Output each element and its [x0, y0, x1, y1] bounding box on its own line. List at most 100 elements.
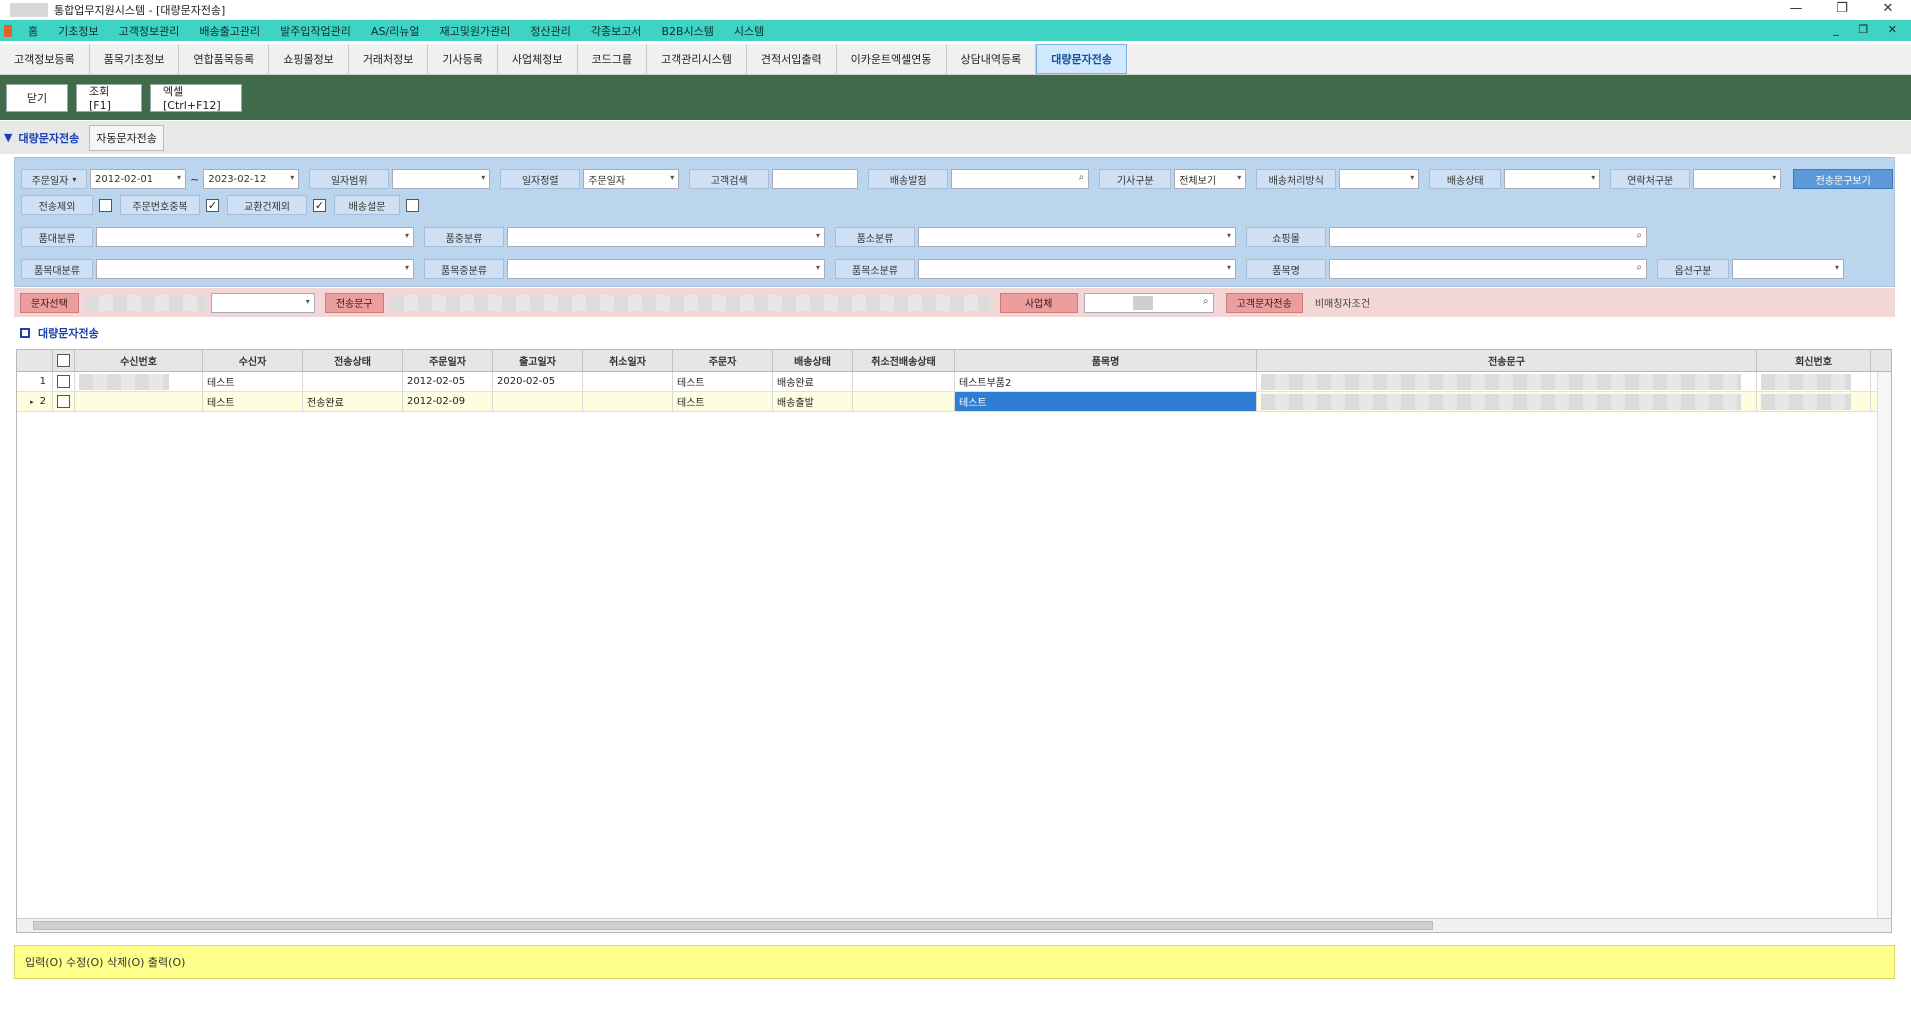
delivery-method-select[interactable]: ▾ — [1339, 169, 1420, 189]
search-icon[interactable]: ⌕ — [1079, 172, 1085, 183]
restore-icon[interactable]: ❐ — [1819, 0, 1865, 20]
col-orderer[interactable]: 주문자 — [673, 350, 773, 371]
horizontal-scroll-thumb[interactable] — [33, 921, 1433, 930]
col-select-all[interactable] — [53, 350, 75, 371]
row-checkbox-cell[interactable] — [53, 372, 75, 391]
menu-home[interactable]: 홈 — [18, 23, 48, 39]
item-minor-select[interactable]: ▾ — [918, 259, 1236, 279]
menu-settlement[interactable]: 정산관리 — [520, 23, 580, 39]
col-receiver[interactable]: 수신자 — [203, 350, 303, 371]
tab-linked-items[interactable]: 연합품목등록 — [179, 44, 270, 74]
date-basis-select[interactable]: 주문일자 ▾ — [583, 169, 680, 189]
select-all-checkbox[interactable] — [57, 354, 70, 367]
contact-type-select[interactable]: ▾ — [1693, 169, 1782, 189]
subtab-auto-sms[interactable]: 자동문자전송 — [89, 124, 164, 151]
tab-mall-info[interactable]: 쇼핑몰정보 — [269, 44, 349, 74]
menu-customer[interactable]: 고객정보관리 — [109, 23, 190, 39]
order-no-dup-checkbox[interactable]: ✓ — [206, 198, 219, 212]
item-middle-label: 품목중분류 — [424, 259, 504, 279]
col-item-name[interactable]: 품목명 — [955, 350, 1257, 371]
delivery-branch-input[interactable]: ⌕ — [951, 169, 1090, 189]
menu-b2b[interactable]: B2B시스템 — [651, 23, 723, 39]
message-select[interactable]: ▾ — [210, 292, 315, 313]
col-delivery-status[interactable]: 배송상태 — [773, 350, 853, 371]
tab-consult[interactable]: 상담내역등록 — [947, 44, 1037, 74]
date-to-input[interactable]: 2023-02-12 ▾ — [203, 169, 300, 189]
col-reply-number[interactable]: 회신번호 — [1757, 350, 1871, 371]
vertical-scrollbar[interactable] — [1877, 372, 1891, 918]
subtab-bulk-sms[interactable]: ▼ 대량문자전송 — [0, 130, 85, 146]
col-phone[interactable]: 수신번호 — [75, 350, 203, 371]
menu-basic-info[interactable]: 기초정보 — [48, 23, 108, 39]
table-row[interactable]: 1 테스트 2012-02-05 2020-02-05 테스트 배송완료 테스트… — [17, 372, 1891, 392]
order-date-label[interactable]: 주문일자 ▾ — [21, 169, 87, 189]
company-input[interactable]: ⌕ — [1083, 292, 1214, 313]
col-ship-date[interactable]: 출고일자 — [493, 350, 583, 371]
mall-input[interactable]: ⌕ — [1329, 227, 1647, 247]
exclude-sent-checkbox[interactable] — [99, 198, 112, 212]
sms-data-grid[interactable]: 수신번호 수신자 전송상태 주문일자 출고일자 취소일자 주문자 배송상태 취소… — [16, 349, 1892, 933]
tab-company-info[interactable]: 사업체정보 — [498, 44, 578, 74]
close-icon[interactable]: ✕ — [1865, 0, 1911, 20]
cell-item-name-selected[interactable]: 테스트 — [955, 392, 1257, 411]
send-customer-sms-button[interactable]: 고객문자전송 — [1225, 292, 1303, 313]
date-range-select[interactable]: ▾ — [392, 169, 491, 189]
major-cat-select[interactable]: ▾ — [96, 227, 414, 247]
row-checkbox[interactable] — [57, 375, 70, 388]
select-message-button[interactable]: 문자선택 — [20, 292, 79, 313]
tab-estimate[interactable]: 견적서입출력 — [747, 44, 837, 74]
menu-as[interactable]: AS/리뉴얼 — [361, 23, 430, 39]
col-prev-status[interactable]: 취소전배송상태 — [853, 350, 955, 371]
item-middle-select[interactable]: ▾ — [507, 259, 825, 279]
col-send-status[interactable]: 전송상태 — [303, 350, 403, 371]
minimize-icon[interactable]: — — [1773, 0, 1819, 20]
cell-send-status — [303, 372, 403, 391]
search-icon[interactable]: ⌕ — [1636, 262, 1642, 273]
menu-order[interactable]: 발주입작업관리 — [270, 23, 361, 39]
close-button[interactable]: 닫기 — [6, 83, 68, 112]
excel-button[interactable]: 엑셀[Ctrl+F12] — [150, 83, 242, 112]
delivery-status-select[interactable]: ▾ — [1504, 169, 1601, 189]
delivery-survey-checkbox[interactable] — [406, 198, 419, 212]
customer-search-input[interactable] — [772, 169, 859, 189]
tab-driver-register[interactable]: 기사등록 — [428, 44, 498, 74]
item-name-input[interactable]: ⌕ — [1329, 259, 1647, 279]
menu-inventory[interactable]: 재고및원가관리 — [430, 23, 521, 39]
search-button[interactable]: 조회[F1] — [76, 83, 142, 112]
tab-crm[interactable]: 고객관리시스템 — [647, 44, 747, 74]
tab-code-group[interactable]: 코드그룹 — [578, 44, 647, 74]
menu-delivery[interactable]: 배송출고관리 — [189, 23, 270, 39]
tab-customer-register[interactable]: 고객정보등록 — [0, 44, 90, 74]
col-cancel-date[interactable]: 취소일자 — [583, 350, 673, 371]
search-icon[interactable]: ⌕ — [1636, 230, 1642, 241]
minor-cat-select[interactable]: ▾ — [918, 227, 1236, 247]
middle-cat-select[interactable]: ▾ — [507, 227, 825, 247]
menu-system[interactable]: 시스템 — [724, 23, 774, 39]
mdi-controls[interactable]: _ ❐ ✕ — [1833, 23, 1905, 36]
tab-partner-info[interactable]: 거래처정보 — [349, 44, 429, 74]
phrase-button[interactable]: 전송문구 — [324, 292, 384, 313]
col-order-date[interactable]: 주문일자 — [403, 350, 493, 371]
title-bar: 통합업무지원시스템 - [대량문자전송] — ❐ ✕ — [0, 0, 1911, 20]
col-message[interactable]: 전송문구 — [1257, 350, 1757, 371]
item-name-label: 품목명 — [1246, 259, 1326, 279]
menu-reports[interactable]: 각종보고서 — [581, 23, 652, 39]
driver-type-select[interactable]: 전체보기 ▾ — [1174, 169, 1247, 189]
item-major-select[interactable]: ▾ — [96, 259, 414, 279]
option-type-select[interactable]: ▾ — [1732, 259, 1844, 279]
cell-message — [1257, 372, 1757, 391]
tab-item-basic[interactable]: 품목기초정보 — [90, 44, 180, 74]
row-checkbox[interactable] — [57, 395, 70, 408]
date-from-input[interactable]: 2012-02-01 ▾ — [90, 169, 186, 189]
item-minor-label: 품목소분류 — [835, 259, 915, 279]
exchange-checkbox[interactable]: ✓ — [313, 198, 326, 212]
horizontal-scrollbar[interactable] — [17, 918, 1891, 932]
tab-bulk-sms[interactable]: 대량문자전송 — [1036, 44, 1128, 74]
view-phrase-button[interactable]: 전송문구보기 — [1793, 169, 1894, 189]
company-button[interactable]: 사업체 — [999, 292, 1078, 313]
search-icon[interactable]: ⌕ — [1203, 296, 1209, 307]
tab-ecount-excel[interactable]: 이카운트엑셀연동 — [837, 44, 947, 74]
minor-cat-label: 품소분류 — [835, 227, 915, 247]
table-row[interactable]: ▸ 2 테스트 전송완료 2012-02-09 테스트 배송출발 테스트 — [17, 392, 1891, 412]
row-checkbox-cell[interactable] — [53, 392, 75, 411]
